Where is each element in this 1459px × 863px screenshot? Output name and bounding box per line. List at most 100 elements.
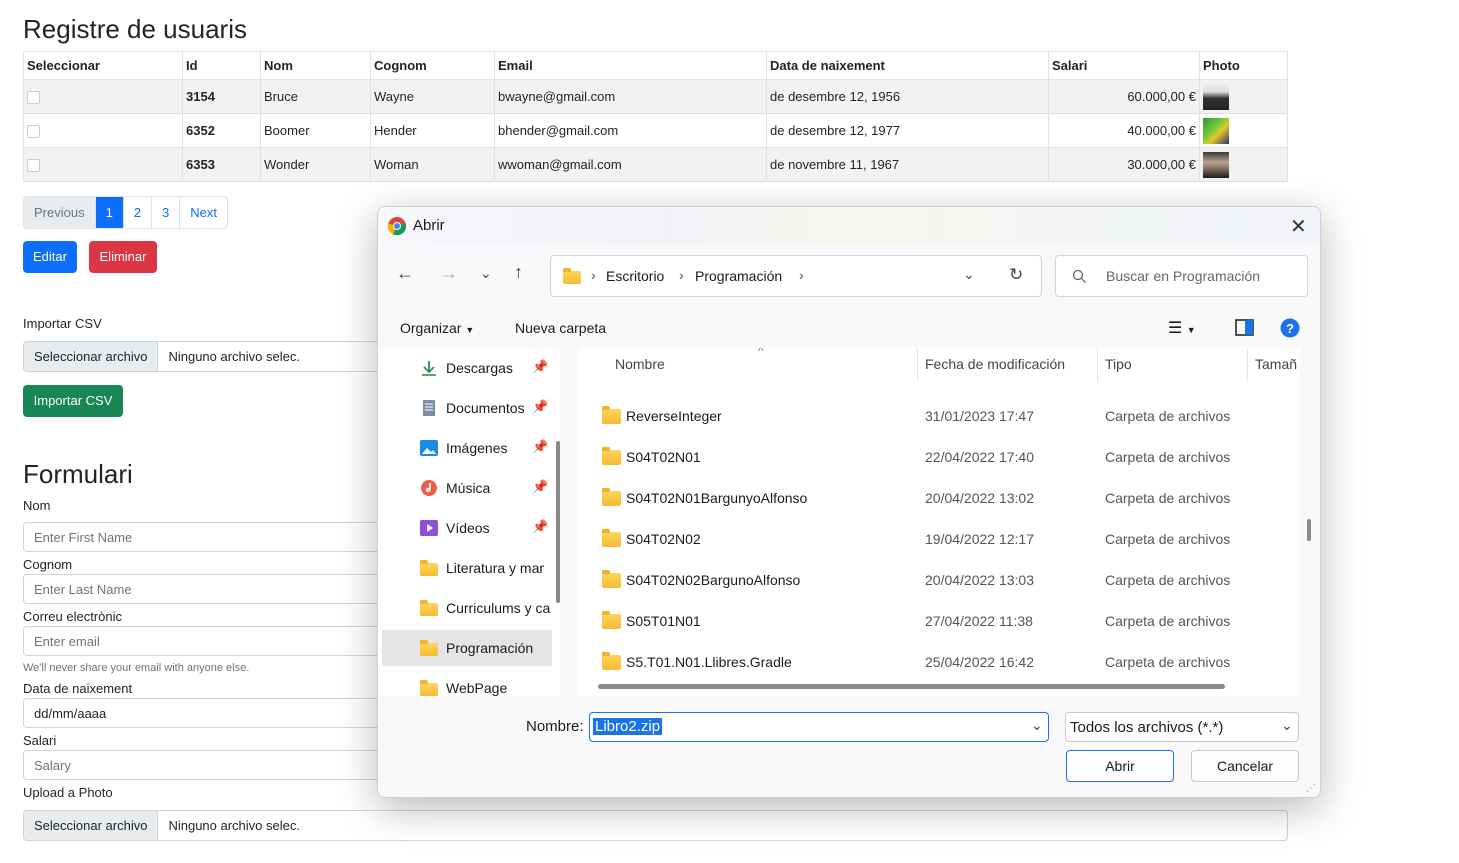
row-checkbox[interactable] xyxy=(27,91,40,105)
pagination-next[interactable]: Next xyxy=(180,197,227,228)
filter-value: Todos los archivos (*.*) xyxy=(1070,719,1224,736)
search-input[interactable]: Buscar en Programación xyxy=(1055,255,1308,297)
column-header-date[interactable]: Fecha de modificación xyxy=(925,356,1065,372)
file-date: 25/04/2022 16:42 xyxy=(925,654,1034,670)
cell-data: de novembre 11, 1967 xyxy=(766,147,1049,182)
cancel-button[interactable]: Cancelar xyxy=(1191,750,1299,782)
edit-button[interactable]: Editar xyxy=(23,241,77,273)
delete-button[interactable]: Eliminar xyxy=(89,241,157,273)
nav-item-descargas[interactable]: Descargas 📌 xyxy=(382,350,552,386)
file-name: S04T02N02 xyxy=(626,531,701,547)
search-icon xyxy=(1072,269,1086,283)
folder-icon xyxy=(563,268,581,284)
breadcrumb-escritorio[interactable]: Escritorio xyxy=(606,268,664,284)
cell-email: bwayne@gmail.com xyxy=(494,79,767,114)
refresh-icon[interactable]: ↻ xyxy=(1009,265,1023,285)
vertical-scrollbar[interactable] xyxy=(1307,519,1311,541)
row-checkbox[interactable] xyxy=(27,125,40,139)
nav-pane-scrollbar[interactable] xyxy=(556,441,560,603)
column-divider xyxy=(917,348,918,382)
import-csv-label: Importar CSV xyxy=(23,316,102,331)
nav-item-label: Programación xyxy=(446,640,534,656)
file-row[interactable]: S04T02N01 22/04/2022 17:40 Carpeta de ar… xyxy=(578,437,1300,478)
address-bar[interactable]: › Escritorio › Programación › ⌄ ↻ xyxy=(550,255,1042,297)
nav-item-documentos[interactable]: Documentos 📌 xyxy=(382,390,552,426)
folder-icon xyxy=(602,570,621,588)
file-row[interactable]: S05T01N01 27/04/2022 11:38 Carpeta de ar… xyxy=(578,601,1300,642)
import-csv-button[interactable]: Importar CSV xyxy=(23,385,123,417)
new-folder-button[interactable]: Nueva carpeta xyxy=(515,320,606,336)
breadcrumb-programacion[interactable]: Programación xyxy=(695,268,782,284)
pin-icon: 📌 xyxy=(532,479,549,494)
column-header-type[interactable]: Tipo xyxy=(1105,356,1132,372)
dialog-title: Abrir xyxy=(413,217,445,234)
filename-input[interactable]: Libro2.zip ⌄ xyxy=(589,712,1049,742)
pagination-page-1[interactable]: 1 xyxy=(95,197,124,228)
close-icon[interactable]: ✕ xyxy=(1290,214,1307,239)
chevron-down-icon[interactable]: ⌄ xyxy=(480,265,492,282)
folder-icon xyxy=(602,406,621,424)
nav-item-imagenes[interactable]: Imágenes 📌 xyxy=(382,430,552,466)
horizontal-scrollbar[interactable] xyxy=(598,684,1225,689)
column-divider xyxy=(1247,348,1248,382)
view-options-icon[interactable]: ☰ ▼ xyxy=(1168,318,1196,338)
choose-file-button[interactable]: Seleccionar archivo xyxy=(24,342,159,371)
preview-pane-icon[interactable] xyxy=(1235,319,1254,336)
nav-item-label: Curriculums y ca xyxy=(446,600,551,616)
folder-icon xyxy=(602,488,621,506)
up-arrow-icon[interactable]: ↑ xyxy=(514,262,523,283)
file-row[interactable]: ReverseInteger 31/01/2023 17:47 Carpeta … xyxy=(578,396,1300,437)
column-header-name[interactable]: Nombre xyxy=(615,356,665,372)
cell-salari: 40.000,00 € xyxy=(1048,113,1200,148)
col-header-seleccionar: Seleccionar xyxy=(23,51,183,80)
pagination-page-2[interactable]: 2 xyxy=(124,197,153,228)
file-row[interactable]: S04T02N01BargunyoAlfonso 20/04/2022 13:0… xyxy=(578,478,1300,519)
back-arrow-icon[interactable]: ← xyxy=(396,263,414,284)
nav-item-musica[interactable]: Música 📌 xyxy=(382,470,552,506)
open-button[interactable]: Abrir xyxy=(1066,750,1174,782)
file-type: Carpeta de archivos xyxy=(1105,654,1231,670)
folder-icon xyxy=(420,600,438,616)
chevron-down-icon[interactable]: ⌄ xyxy=(963,266,975,283)
row-checkbox[interactable] xyxy=(27,159,40,173)
pagination-page-3[interactable]: 3 xyxy=(152,197,181,228)
forward-arrow-icon[interactable]: → xyxy=(440,263,458,284)
file-date: 22/04/2022 17:40 xyxy=(925,449,1034,465)
breadcrumb-separator-icon: › xyxy=(679,267,684,283)
folder-icon xyxy=(420,560,438,576)
column-header-size[interactable]: Tamañ xyxy=(1255,356,1297,372)
col-header-email: Email xyxy=(494,51,767,80)
file-row[interactable]: S5.T01.N01.Llibres.Gradle 25/04/2022 16:… xyxy=(578,642,1300,683)
nav-item-videos[interactable]: Vídeos 📌 xyxy=(382,510,552,546)
cell-salari: 30.000,00 € xyxy=(1048,147,1200,182)
nav-item-label: WebPage xyxy=(446,680,508,696)
file-row[interactable]: S04T02N02BargunoAlfonso 20/04/2022 13:03… xyxy=(578,560,1300,601)
download-icon xyxy=(422,361,436,376)
pagination-previous[interactable]: Previous xyxy=(24,197,96,228)
nav-item-curriculums[interactable]: Curriculums y ca xyxy=(382,590,552,626)
cell-cognom: Woman xyxy=(370,147,495,182)
nav-item-programacion[interactable]: Programación xyxy=(382,630,552,666)
date-label: Data de naixement xyxy=(23,681,133,696)
photo-file-input[interactable]: Seleccionar archivo Ninguno archivo sele… xyxy=(23,810,1288,841)
choose-photo-button[interactable]: Seleccionar archivo xyxy=(24,811,159,840)
file-type: Carpeta de archivos xyxy=(1105,408,1231,424)
file-row[interactable]: S04T02N02 19/04/2022 12:17 Carpeta de ar… xyxy=(578,519,1300,560)
organize-menu[interactable]: Organizar ▼ xyxy=(400,320,474,336)
pin-icon: 📌 xyxy=(532,399,549,414)
file-name: S04T02N02BargunoAlfonso xyxy=(626,572,801,588)
nav-item-webpage[interactable]: WebPage xyxy=(382,670,552,696)
resize-grip-icon[interactable]: ⋰ xyxy=(1306,783,1316,794)
table-row: 6352 Boomer Hender bhender@gmail.com de … xyxy=(23,113,1288,148)
file-type-filter[interactable]: Todos los archivos (*.*) ⌄ xyxy=(1065,712,1299,742)
salary-label: Salari xyxy=(23,733,57,748)
organize-label: Organizar xyxy=(400,320,462,336)
chevron-down-icon[interactable]: ⌄ xyxy=(1031,717,1043,734)
pagination: Previous 1 2 3 Next xyxy=(23,196,229,229)
caret-down-icon: ▼ xyxy=(465,325,475,335)
col-header-cognom: Cognom xyxy=(370,51,495,80)
help-icon[interactable]: ? xyxy=(1280,318,1300,338)
cognom-label: Cognom xyxy=(23,557,73,572)
nav-item-literatura[interactable]: Literatura y mar xyxy=(382,550,552,586)
chevron-down-icon[interactable]: ⌄ xyxy=(1281,717,1293,734)
